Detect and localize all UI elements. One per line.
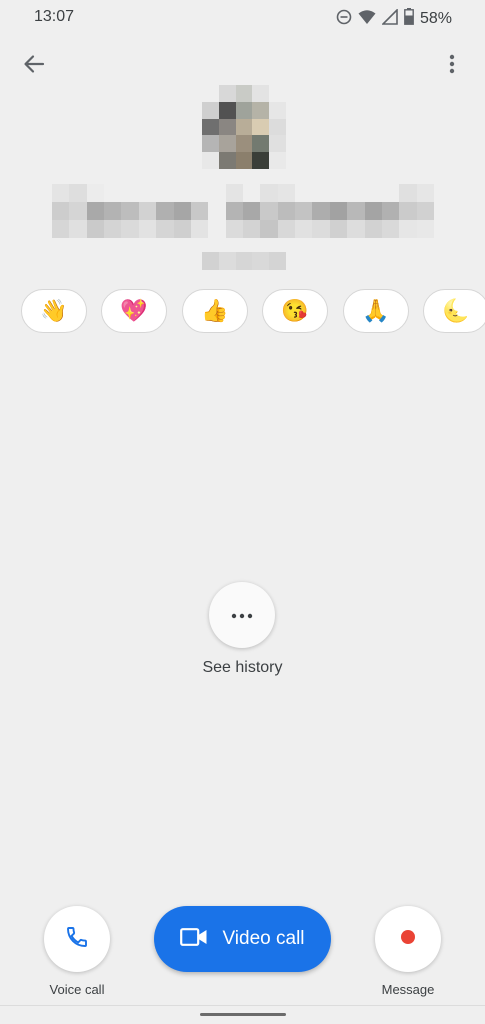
arrow-back-icon [23,53,45,80]
emoji-chip-sparkling-heart[interactable]: 💖 [101,289,167,333]
nav-divider [0,1005,485,1006]
contact-number-obscured [202,252,286,270]
folded-hands-icon: 🙏 [362,298,390,323]
voice-call-label: Voice call [49,982,105,997]
face-blowing-kiss-icon: 😘 [281,298,309,323]
battery-icon [404,8,414,30]
voice-call-button[interactable] [44,906,110,972]
waving-hand-icon: 👋 [40,298,68,323]
emoji-chip-folded-hands[interactable]: 🙏 [343,289,409,333]
thumbs-up-icon: 👍 [201,298,229,323]
see-history-label: See history [202,659,283,676]
phone-icon [65,925,89,954]
wifi-icon [358,9,376,30]
videocam-icon [180,927,208,952]
emoji-chip-thumbs-up[interactable]: 👍 [182,289,248,333]
more-vert-icon [449,54,455,79]
emoji-chip-face-blowing-kiss[interactable]: 😘 [262,289,328,333]
do-not-disturb-icon [336,9,352,30]
see-history-button[interactable] [209,582,275,648]
message-button[interactable] [375,906,441,972]
emoji-reactions: 👋 💖 👍 😘 🙏 🌜 [0,289,485,335]
video-call-label: Video call [222,928,305,949]
battery-percent: 58% [419,10,452,27]
contact-name-obscured [52,184,434,238]
status-bar: 13:07 58% [0,0,485,34]
status-time: 13:07 [34,8,75,25]
back-button[interactable] [18,50,50,82]
emoji-chip-moon[interactable]: 🌜 [423,289,485,333]
record-icon [400,929,416,950]
cell-signal-icon [381,7,398,30]
moon-icon: 🌜 [442,298,470,323]
more-options-button[interactable] [436,50,468,82]
more-horiz-icon [231,606,253,624]
sparkling-heart-icon: 💖 [120,298,148,323]
home-gesture-handle[interactable] [200,1013,286,1016]
avatar [202,85,286,169]
status-icons: 58% [336,7,452,30]
video-call-button[interactable]: Video call [154,906,331,972]
emoji-chip-waving-hand[interactable]: 👋 [21,289,87,333]
pixelated-avatar-image [202,85,286,169]
message-label: Message [381,982,435,997]
